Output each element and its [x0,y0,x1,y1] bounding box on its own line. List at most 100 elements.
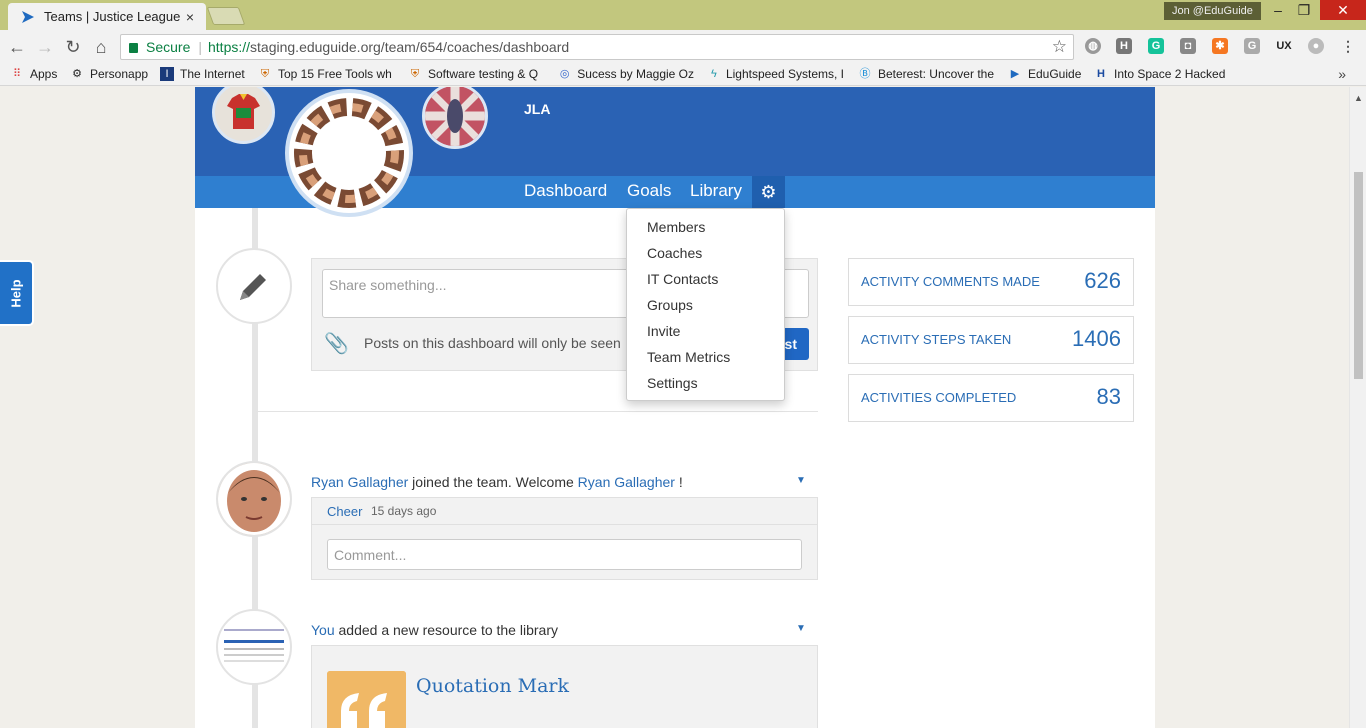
globe-icon[interactable]: ◍ [1085,38,1101,54]
user-link[interactable]: Ryan Gallagher [311,474,408,490]
team-avatar[interactable] [285,89,413,217]
new-tab-button[interactable] [206,7,246,25]
menu-item-invite[interactable]: Invite [647,323,680,339]
minimize-button[interactable]: – [1264,0,1292,20]
help-tab[interactable]: Help [0,262,32,324]
gear-icon[interactable]: ⚙ [752,176,785,208]
scroll-thumb[interactable] [1354,172,1363,379]
team-dashboard: JLA Dashboard Goals Library ⚙ Share some… [195,87,1155,728]
hubspot-icon[interactable]: ✱ [1212,38,1228,54]
url-scheme: https:// [208,39,251,55]
menu-item-groups[interactable]: Groups [647,297,693,313]
bookmark-sucess[interactable]: ◎ Sucess by Maggie Oz [558,67,694,81]
stat-label: ACTIVITY COMMENTS MADE [861,274,1040,289]
bookmark-eduguide[interactable]: ▶ EduGuide [1008,67,1082,81]
face-photo [218,463,290,535]
hacked-icon: H [1097,68,1105,80]
reload-icon[interactable]: ↻ [62,36,84,58]
circle-icon[interactable]: ● [1308,38,1324,54]
stat-label: ACTIVITIES COMPLETED [861,390,1017,405]
feed-item-title: You added a new resource to the library [311,622,558,638]
bookmark-top15[interactable]: ⛨ Top 15 Free Tools wh [258,67,394,81]
g-icon[interactable]: G [1148,38,1164,54]
bookmark-star-icon[interactable]: ☆ [1052,37,1067,57]
settings-dropdown: Members Coaches IT Contacts Groups Invit… [626,208,785,401]
resource-avatar [216,609,292,685]
help-label: Help [8,278,24,308]
bookmark-label: Sucess by Maggie Oz [577,67,694,81]
url-path: staging.eduguide.org/team/654/coaches/da… [250,39,570,55]
bookmark-software-testing[interactable]: ⛨ Software testing & Q [408,67,544,81]
bookmark-lightspeed[interactable]: ϟ Lightspeed Systems, I [708,67,844,81]
page-viewport: JLA Dashboard Goals Library ⚙ Share some… [0,87,1366,728]
bookmark-label: Lightspeed Systems, I [725,67,844,81]
menu-item-coaches[interactable]: Coaches [647,245,702,261]
internet-icon: I [160,67,174,81]
tab-library[interactable]: Library [690,181,742,201]
feed-text-end: ! [674,474,683,490]
tab-dashboard[interactable]: Dashboard [524,181,607,201]
restore-button[interactable]: ❐ [1290,0,1318,20]
bookmark-label: Apps [30,67,58,81]
eduguide-icon: ▶ [1010,68,1020,80]
bookmark-into-space[interactable]: H Into Space 2 Hacked [1094,67,1230,81]
page-scrollbar[interactable]: ▲ [1349,87,1366,728]
back-icon[interactable]: ← [6,36,28,58]
omnibox-separator: | [198,39,202,55]
tab-goals[interactable]: Goals [627,181,671,201]
browser-titlebar: Teams | Justice League o × Jon @EduGuide… [0,0,1366,30]
lightspeed-icon: ϟ [711,68,717,80]
window-close-button[interactable]: ✕ [1320,0,1366,20]
bookmark-label: Software testing & Q [428,67,539,81]
feed-item-meta: Cheer 15 days ago Comment... [311,497,818,580]
menu-item-team-metrics[interactable]: Team Metrics [647,349,730,365]
forward-icon[interactable]: → [34,36,56,58]
chevron-down-icon[interactable]: ▼ [796,623,806,634]
bookmark-beterest[interactable]: Ⓑ Beterest: Uncover the [858,67,994,81]
bookmark-personapp[interactable]: ⚙ Personapp [70,67,148,81]
menu-icon[interactable]: ⋮ [1340,38,1356,54]
browser-tab[interactable]: Teams | Justice League o × [8,3,206,30]
cheer-link[interactable]: Cheer [327,504,362,519]
eduguide-tab-icon [22,10,34,23]
resource-title-link[interactable]: Quotation Mark [416,675,569,697]
chevron-down-icon[interactable]: ▼ [796,475,806,486]
profile-button[interactable]: Jon @EduGuide [1164,2,1261,20]
stat-value: 626 [1084,268,1121,293]
user-link[interactable]: Ryan Gallagher [578,474,675,490]
browser-toolbar: ← → ↻ ⌂ Secure | https:// staging.edugui… [0,30,1366,64]
bookmark-the-internet[interactable]: I The Internet [160,67,245,81]
bookmark-label: Into Space 2 Hacked [1114,67,1226,81]
tab-close-icon[interactable]: × [182,9,198,25]
paperclip-icon[interactable]: 📎 [324,331,349,356]
menu-item-members[interactable]: Members [647,219,705,235]
secure-label: Secure [146,39,191,55]
beterest-icon: Ⓑ [859,68,871,80]
address-bar[interactable]: Secure | https:// staging.eduguide.org/t… [120,34,1074,60]
camera-icon[interactable]: ◘ [1180,38,1196,54]
bookmarks-overflow-icon[interactable]: » [1338,66,1346,82]
menu-item-it-contacts[interactable]: IT Contacts [647,271,718,287]
stat-steps-taken: ACTIVITY STEPS TAKEN 1406 [848,316,1134,364]
scroll-up-icon[interactable]: ▲ [1354,93,1363,103]
resource-thumbnail[interactable] [327,671,406,728]
bookmark-apps[interactable]: ⠿ Apps [10,67,57,81]
shield-icon: ⛨ [410,68,420,80]
bookmark-label: Top 15 Free Tools wh [278,67,392,81]
ux-icon[interactable]: UX [1276,38,1292,54]
user-link[interactable]: You [311,622,335,638]
timestamp: 15 days ago [371,504,437,518]
hands-circle-icon [294,98,404,208]
document-thumbnail-icon [224,629,284,662]
comment-input[interactable]: Comment... [327,539,802,570]
lock-icon [129,43,138,53]
user-avatar[interactable] [216,461,292,537]
rocket-icon [425,87,485,146]
menu-item-settings[interactable]: Settings [647,375,698,391]
swirl-icon: ◎ [559,68,570,80]
stat-value: 1406 [1072,326,1121,351]
h-icon[interactable]: H [1116,38,1132,54]
home-icon[interactable]: ⌂ [90,36,112,58]
stat-comments-made: ACTIVITY COMMENTS MADE 626 [848,258,1134,306]
g2-icon[interactable]: G [1244,38,1260,54]
